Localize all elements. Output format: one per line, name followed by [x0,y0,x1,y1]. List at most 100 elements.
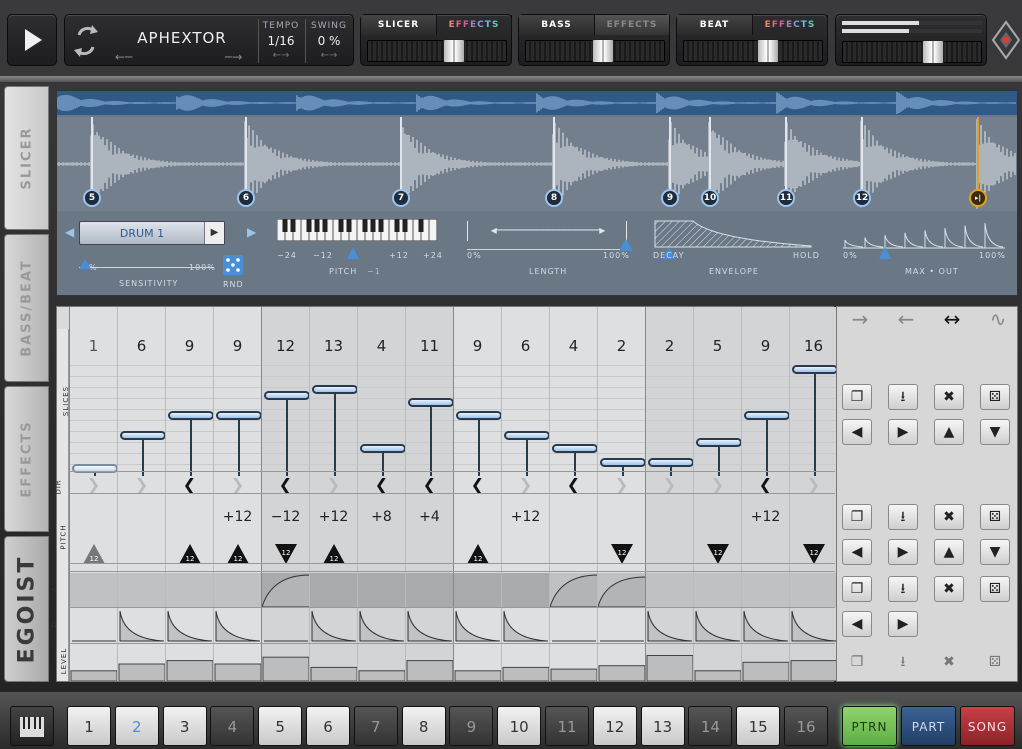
level-cell[interactable] [214,645,262,681]
slice-marker[interactable]: ▸| [969,117,987,207]
step-slice-number[interactable]: 1 [70,337,117,355]
pattern-button-5[interactable]: 5 [258,706,303,746]
channel-fader-knob[interactable] [757,39,779,63]
slice-marker[interactable]: 8 [545,117,563,207]
song-prev-arrow-icon[interactable]: ←─ [115,50,132,64]
step-column[interactable]: 4 ❮ +8 [357,307,406,681]
length-handle-icon[interactable] [619,239,633,251]
decay-cell[interactable] [262,609,310,643]
paste-icon[interactable]: ⭳ [888,384,918,410]
clear-icon[interactable]: ✖ [934,504,964,530]
slice-marker-number[interactable]: 8 [545,189,563,207]
tab-effects[interactable]: EFFECTS [4,386,49,532]
level-cell[interactable] [790,645,838,681]
decay-cell[interactable] [166,609,214,643]
shift-right-icon[interactable]: ▶ [888,539,918,565]
maxout-handle-icon[interactable] [879,247,891,259]
step-slice-number[interactable]: 5 [694,337,741,355]
song-name[interactable]: APHEXTOR [107,29,257,47]
pattern-button-13[interactable]: 13 [640,706,685,746]
pitch-up-triangle-icon[interactable]: 12 [467,544,489,564]
slice-marker[interactable]: 7 [392,117,410,207]
reverse-arrow-icon[interactable]: ❮ [358,475,405,494]
attack-cell[interactable] [454,573,502,607]
step-slice-number[interactable]: 11 [406,337,453,355]
attack-cell[interactable] [694,573,742,607]
drum-prev-arrow-icon[interactable]: ◀ [65,225,74,239]
forward-arrow-icon[interactable]: ❯ [118,475,165,494]
channel-tab-beat[interactable]: BEAT [677,15,753,35]
shift-down-icon[interactable]: ▼ [980,419,1010,445]
decay-cell[interactable] [406,609,454,643]
step-slice-number[interactable]: 9 [214,337,261,355]
step-column[interactable]: 1 ❯ 12 [69,307,118,681]
level-cell[interactable] [598,645,646,681]
drum-next-arrow-icon[interactable]: ▶ [247,225,256,239]
slice-marker-number[interactable]: 10 [701,189,719,207]
decay-cell[interactable] [454,609,502,643]
attack-cell[interactable] [262,573,310,607]
reverse-arrow-icon[interactable]: ❮ [550,475,597,494]
step-column[interactable]: 9 ❮ 12 [165,307,214,681]
step-slice-number[interactable]: 6 [502,337,549,355]
forward-arrow-icon[interactable]: ❯ [70,475,117,494]
step-column[interactable]: 12 ❮ −12 12 [261,307,310,681]
waveform-overview[interactable] [57,91,1017,115]
slice-marker[interactable]: 6 [237,117,255,207]
forward-arrow-icon[interactable]: ❯ [790,475,837,494]
pitch-up-triangle-icon[interactable]: 12 [83,544,105,564]
decay-cell[interactable] [118,609,166,643]
refresh-icon[interactable] [71,21,101,61]
forward-arrow-icon[interactable]: ❯ [646,475,693,494]
attack-cell[interactable] [502,573,550,607]
step-slice-number[interactable]: 9 [742,337,789,355]
clear-icon[interactable]: ✖ [934,576,964,602]
pattern-button-12[interactable]: 12 [592,706,637,746]
decay-cell[interactable] [646,609,694,643]
step-pitch-value[interactable]: +12 [502,509,549,525]
shift-left-icon[interactable]: ◀ [842,539,872,565]
reverse-arrow-icon[interactable]: ❮ [262,475,309,494]
slice-bar[interactable] [648,458,694,467]
step-pitch-value[interactable]: +8 [358,509,405,525]
step-column[interactable]: 9 ❯ +12 12 [213,307,262,681]
pattern-button-7[interactable]: 7 [353,706,398,746]
attack-cell[interactable] [550,573,598,607]
level-cell[interactable] [694,645,742,681]
pattern-button-8[interactable]: 8 [401,706,446,746]
pattern-button-3[interactable]: 3 [162,706,207,746]
shift-down-icon[interactable]: ▼ [980,539,1010,565]
step-slice-number[interactable]: 16 [790,337,837,355]
pingpong-arrow-icon[interactable]: ↔ [932,308,972,330]
level-cell[interactable] [742,645,790,681]
level-cell[interactable] [166,645,214,681]
step-column[interactable]: 6 ❯ [117,307,166,681]
decay-cell[interactable] [502,609,550,643]
slice-marker-number[interactable]: 11 [777,189,795,207]
play-next-icon[interactable]: ▸| [969,189,987,207]
decay-cell[interactable] [550,609,598,643]
slice-marker-number[interactable]: 7 [392,189,410,207]
level-cell[interactable] [646,645,694,681]
shift-left-icon[interactable]: ◀ [842,611,872,637]
step-slice-number[interactable]: 4 [550,337,597,355]
pattern-button-2[interactable]: 2 [114,706,159,746]
forward-arrow-icon[interactable]: ❯ [214,475,261,494]
forward-arrow-icon[interactable]: ❯ [598,475,645,494]
play-button[interactable] [7,14,57,66]
reverse-arrow-icon[interactable]: ❮ [454,475,501,494]
pattern-button-11[interactable]: 11 [545,706,589,746]
pitch-down-triangle-icon[interactable]: 12 [611,544,633,564]
shift-right-icon[interactable]: ▶ [888,611,918,637]
randomize-dice-icon[interactable]: ⚄ [980,576,1010,602]
level-cell[interactable] [262,645,310,681]
channel-tab-bass[interactable]: BASS [519,15,595,35]
tempo-value[interactable]: 1/16 [261,34,301,48]
master-fader-knob[interactable] [922,40,944,64]
clear-icon[interactable]: ✖ [934,384,964,410]
channel-fader-bass[interactable] [525,39,665,63]
reverse-arrow-icon[interactable]: ❮ [166,475,213,494]
forward-arrow-icon[interactable]: → [840,308,880,330]
effects-tab-slicer[interactable]: EFFECTS [437,15,512,35]
paste-icon[interactable]: ⭳ [888,504,918,530]
